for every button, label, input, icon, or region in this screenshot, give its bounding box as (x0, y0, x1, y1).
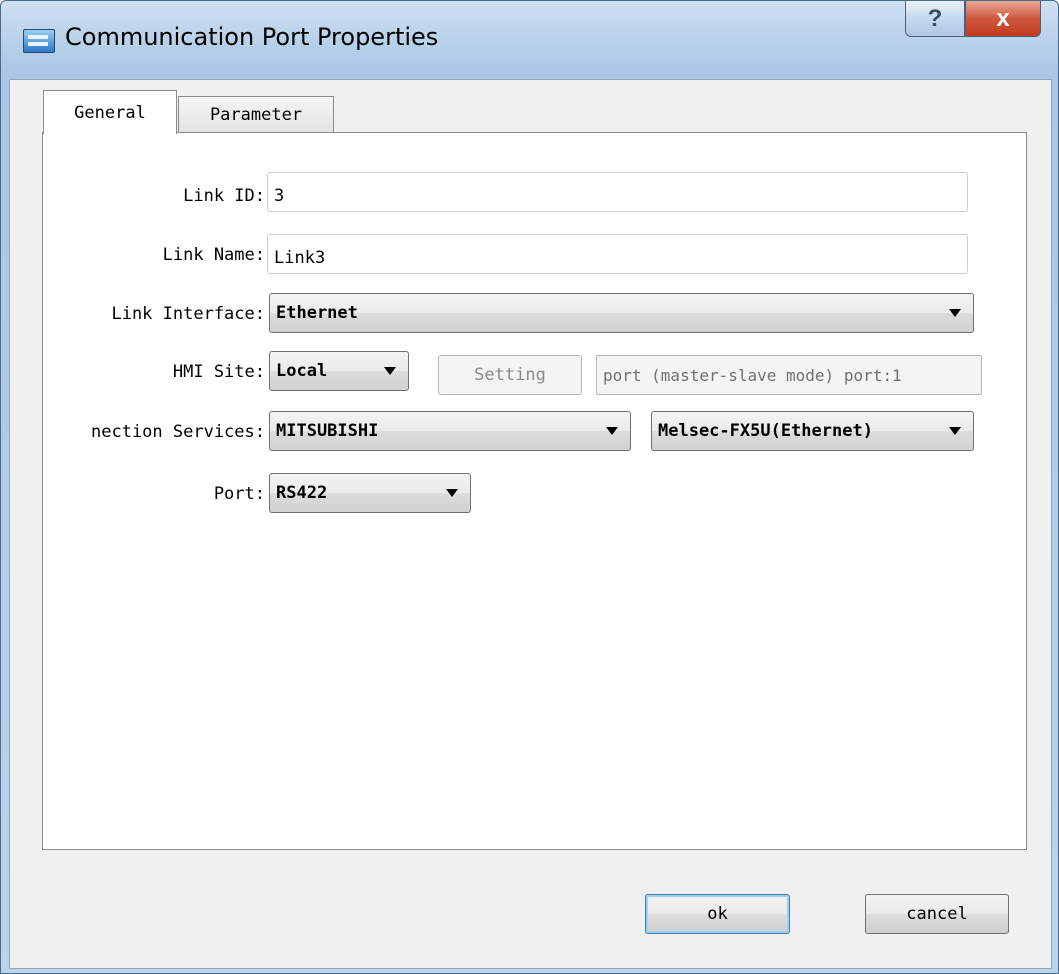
help-button[interactable]: ? (905, 1, 965, 37)
link-name-label: Link Name: (162, 245, 265, 265)
tab-general[interactable]: General (43, 90, 177, 134)
manufacturer-value: MITSUBISHI (276, 421, 379, 441)
title-bar[interactable]: Communication Port Properties ? x (1, 1, 1058, 79)
hmi-site-select[interactable]: Local (269, 351, 409, 391)
dialog-window: Communication Port Properties ? x Genera… (0, 0, 1059, 974)
dialog-body: General Parameter Link ID: Link Name: Li… (9, 79, 1052, 969)
close-button[interactable]: x (965, 1, 1041, 37)
ok-button[interactable]: ok (645, 894, 790, 934)
link-interface-label: Link Interface: (111, 304, 265, 324)
link-interface-value: Ethernet (276, 303, 358, 323)
port-info-field: port (master-slave mode) port:1 (596, 355, 982, 395)
manufacturer-select[interactable]: MITSUBISHI (269, 411, 631, 451)
device-model-value: Melsec-FX5U(Ethernet) (658, 421, 873, 441)
window-app-icon (23, 29, 55, 53)
general-tab-panel: Link ID: Link Name: Link Interface: Ethe… (42, 132, 1027, 850)
help-icon: ? (927, 4, 943, 32)
link-id-label: Link ID: (183, 186, 265, 206)
chevron-down-icon (606, 427, 618, 435)
cancel-button[interactable]: cancel (865, 894, 1009, 934)
tab-parameter[interactable]: Parameter (178, 96, 334, 132)
chevron-down-icon (446, 489, 458, 497)
connection-services-label: nection Services: (91, 422, 265, 442)
port-select[interactable]: RS422 (269, 473, 471, 513)
chevron-down-icon (384, 367, 396, 375)
window-title: Communication Port Properties (65, 23, 439, 51)
link-interface-select[interactable]: Ethernet (269, 293, 974, 333)
port-value: RS422 (276, 483, 328, 503)
link-name-input[interactable] (267, 234, 968, 274)
chevron-down-icon (949, 427, 961, 435)
device-model-select[interactable]: Melsec-FX5U(Ethernet) (651, 411, 974, 451)
close-icon: x (996, 4, 1010, 32)
hmi-site-value: Local (276, 361, 328, 381)
port-label: Port: (213, 484, 265, 504)
hmi-site-label: HMI Site: (172, 362, 265, 382)
link-id-input[interactable] (267, 172, 968, 212)
chevron-down-icon (949, 309, 961, 317)
setting-button[interactable]: Setting (438, 355, 582, 395)
